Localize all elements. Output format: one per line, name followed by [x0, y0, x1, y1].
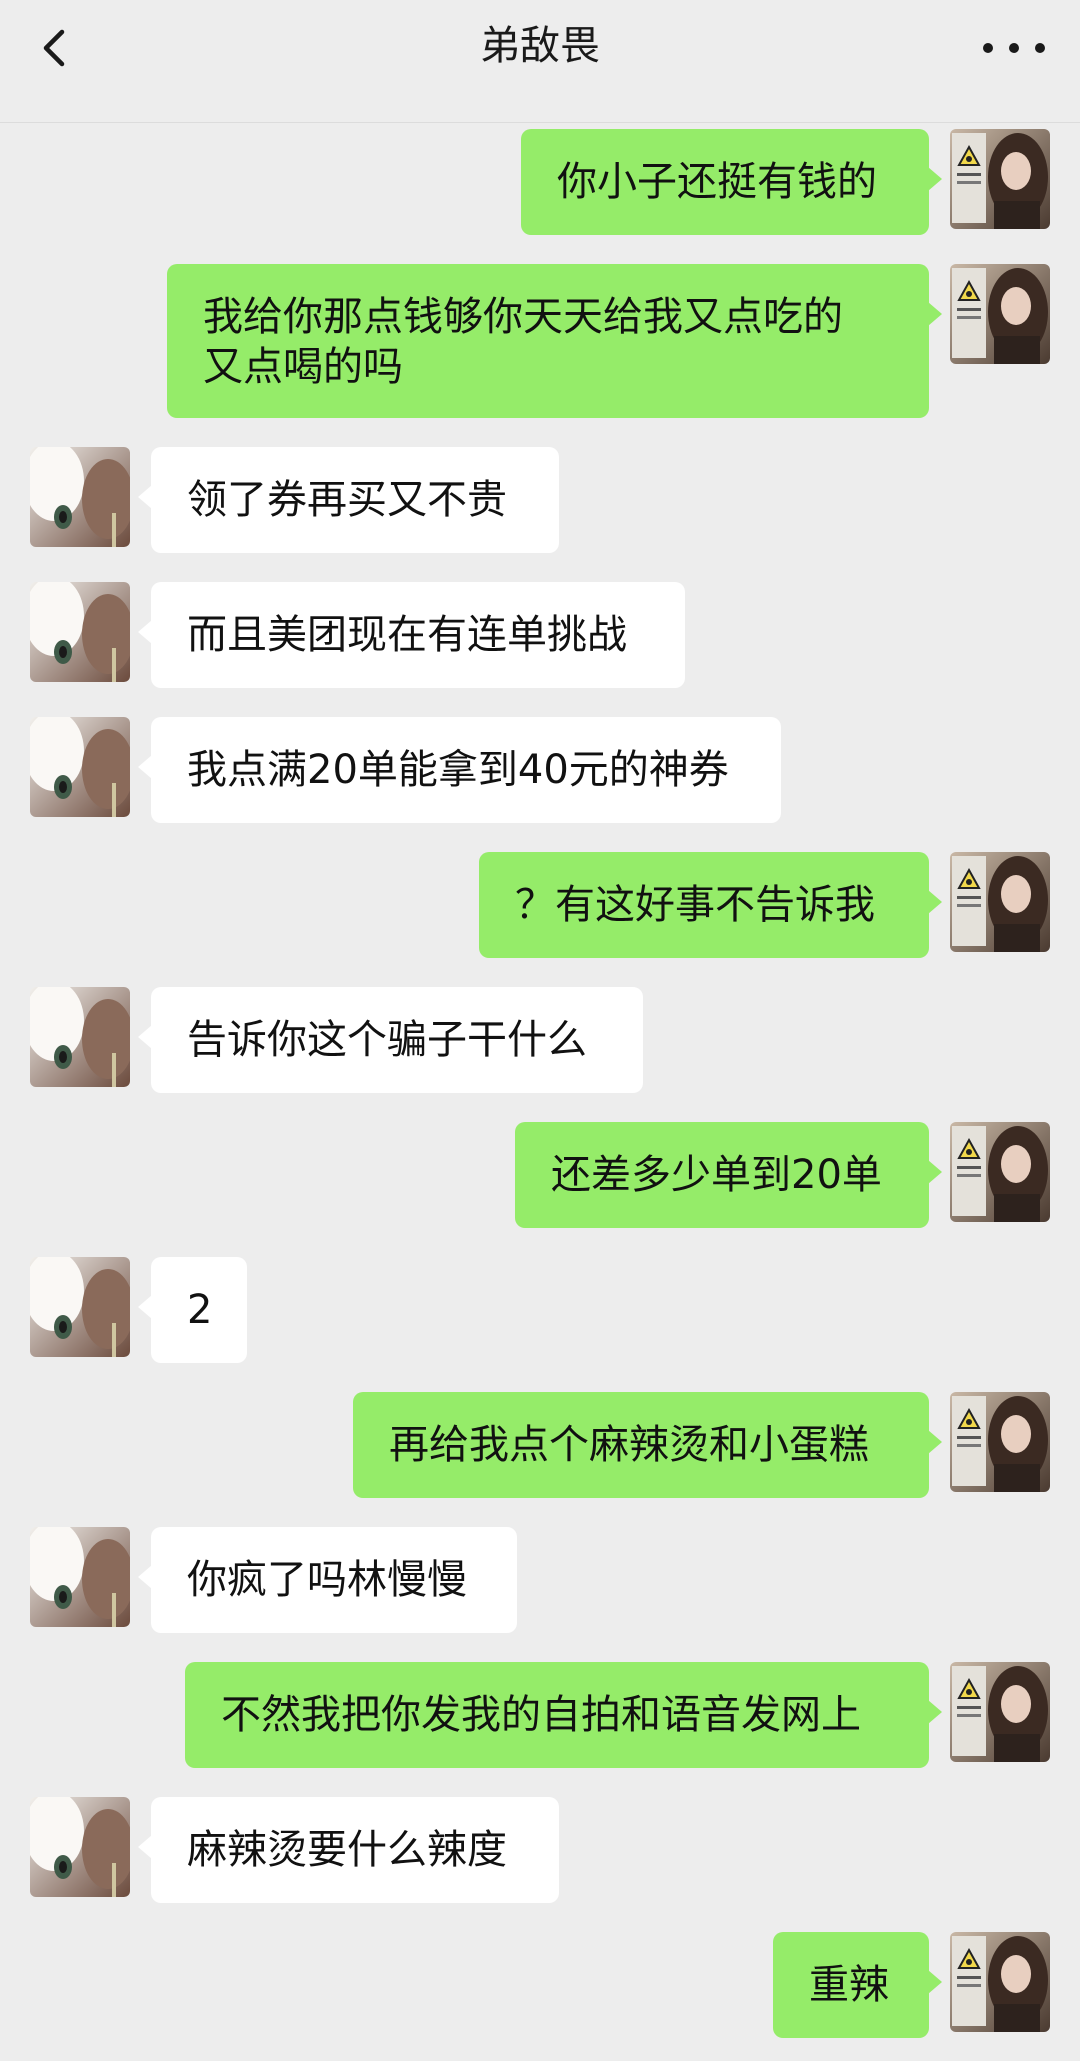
- message-bubble-sent[interactable]: 我给你那点钱够你天天给我又点吃的 又点喝的吗: [167, 264, 942, 418]
- message-bubble-sent[interactable]: 重辣: [773, 1932, 942, 2038]
- message-bubble-received[interactable]: 告诉你这个骗子干什么: [138, 987, 643, 1093]
- message-bubble-received[interactable]: 麻辣烫要什么辣度: [138, 1797, 559, 1903]
- avatar-contact[interactable]: [30, 1527, 130, 1627]
- avatar-contact[interactable]: [30, 1257, 130, 1357]
- more-options-button[interactable]: [976, 12, 1052, 84]
- message-bubble-received[interactable]: 你疯了吗林慢慢: [138, 1527, 517, 1633]
- avatar-contact[interactable]: [30, 447, 130, 547]
- avatar-contact[interactable]: [30, 987, 130, 1087]
- avatar-self[interactable]: [950, 264, 1050, 364]
- message-bubble-sent[interactable]: 你小子还挺有钱的: [521, 129, 942, 235]
- message-bubble-sent[interactable]: ？有这好事不告诉我: [479, 852, 942, 958]
- message-list[interactable]: 你小子还挺有钱的 我给你那点钱够你天天给我又点吃的 又点喝的吗 领了券再买又不贵…: [0, 122, 1080, 2061]
- message-bubble-received[interactable]: 领了券再买又不贵: [138, 447, 559, 553]
- chat-title: 弟敌畏: [480, 23, 600, 69]
- avatar-contact[interactable]: [30, 717, 130, 817]
- avatar-self[interactable]: [950, 1122, 1050, 1222]
- message-bubble-sent[interactable]: 再给我点个麻辣烫和小蛋糕: [353, 1392, 942, 1498]
- message-bubble-sent[interactable]: 还差多少单到20单: [515, 1122, 942, 1228]
- avatar-contact[interactable]: [30, 1797, 130, 1897]
- message-bubble-sent[interactable]: 不然我把你发我的自拍和语音发网上: [185, 1662, 942, 1768]
- avatar-contact[interactable]: [30, 582, 130, 682]
- more-horizontal-icon: [983, 43, 1045, 53]
- avatar-self[interactable]: [950, 1932, 1050, 2032]
- chat-header: 弟敌畏: [0, 0, 1080, 123]
- message-bubble-received[interactable]: 而且美团现在有连单挑战: [138, 582, 685, 688]
- avatar-self[interactable]: [950, 1662, 1050, 1762]
- avatar-self[interactable]: [950, 852, 1050, 952]
- message-bubble-received[interactable]: 2: [138, 1257, 247, 1363]
- avatar-self[interactable]: [950, 1392, 1050, 1492]
- avatar-self[interactable]: [950, 129, 1050, 229]
- message-bubble-received[interactable]: 我点满20单能拿到40元的神券: [138, 717, 781, 823]
